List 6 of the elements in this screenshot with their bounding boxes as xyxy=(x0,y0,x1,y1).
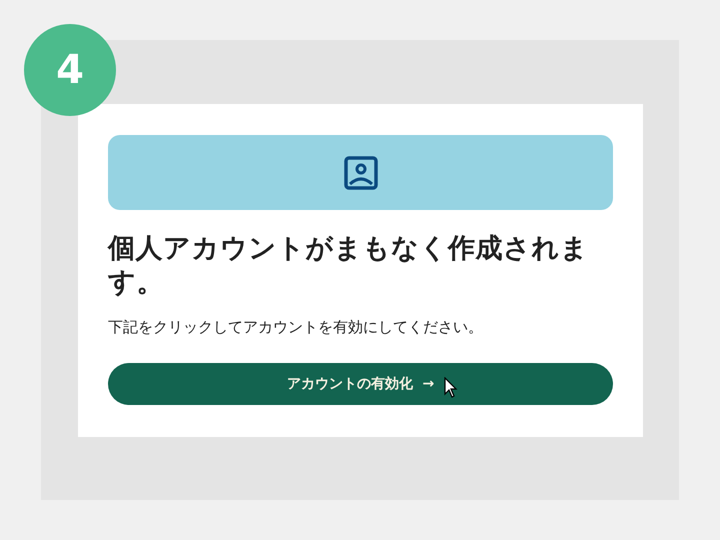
mouse-cursor-icon xyxy=(444,377,458,399)
user-profile-icon xyxy=(344,156,378,190)
step-badge: 4 xyxy=(24,24,116,116)
activate-account-button[interactable]: アカウントの有効化 → xyxy=(108,363,613,405)
description: 下記をクリックしてアカウントを有効にしてください。 xyxy=(108,318,484,337)
heading: 個人アカウントがまもなく作成されます。 xyxy=(108,232,590,300)
